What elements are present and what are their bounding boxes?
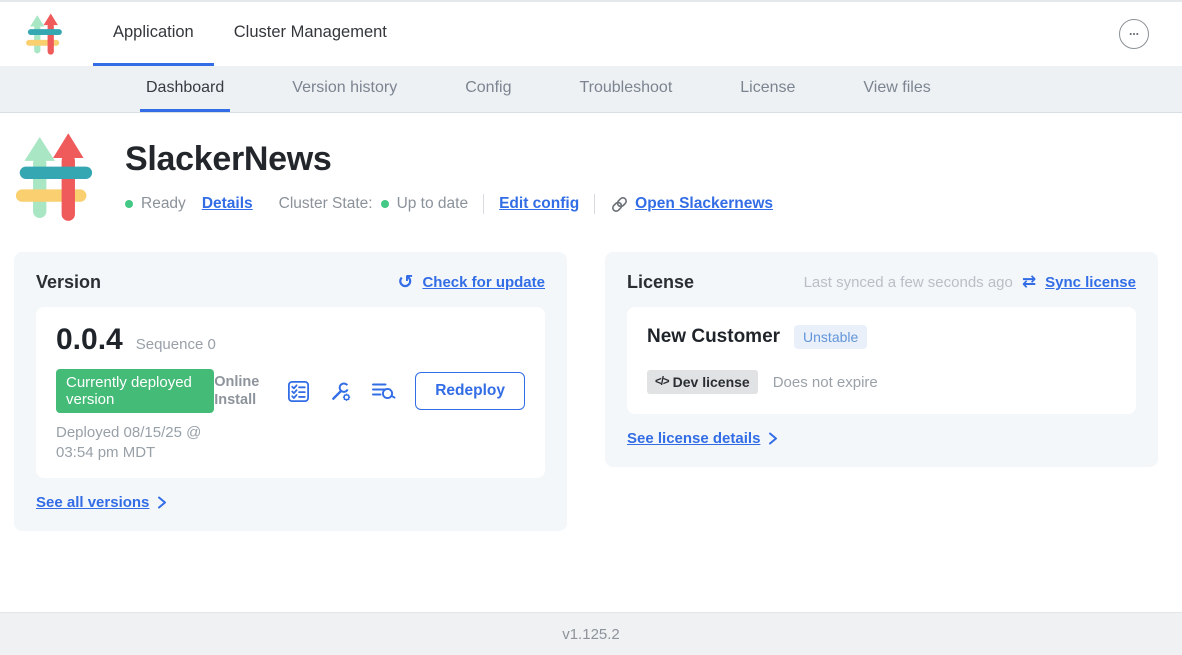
subnav-troubleshoot[interactable]: Troubleshoot <box>573 66 678 112</box>
subnav-license[interactable]: License <box>734 66 801 112</box>
version-sequence: Sequence 0 <box>136 336 216 353</box>
chain-link-icon <box>610 195 629 214</box>
version-card: Version ↺ Check for update 0.0.4 Sequenc… <box>14 252 567 531</box>
code-brackets-icon: </> <box>655 376 669 388</box>
subnav-version-history-label: Version history <box>292 79 397 97</box>
page-title: SlackerNews <box>125 140 773 179</box>
sync-license-link[interactable]: Sync license <box>1045 274 1136 291</box>
customer-name: New Customer <box>647 326 780 348</box>
subnav-version-history[interactable]: Version history <box>286 66 403 112</box>
main-content: SlackerNews Ready Details Cluster State:… <box>0 113 1182 612</box>
app-logo-large-icon <box>14 132 94 224</box>
cluster-state-dot-icon <box>381 200 389 208</box>
license-type-row: </> Dev license Does not expire <box>647 370 1116 394</box>
see-license-details-row[interactable]: See license details <box>627 430 1136 447</box>
version-number: 0.0.4 <box>56 323 123 357</box>
top-navbar: Application Cluster Management <box>0 2 1182 66</box>
subnav-dashboard[interactable]: Dashboard <box>140 66 230 112</box>
see-all-versions-link: See all versions <box>36 494 149 511</box>
subnav-config[interactable]: Config <box>459 66 517 112</box>
preflight-checks-icon[interactable] <box>287 380 310 403</box>
subnav-troubleshoot-label: Troubleshoot <box>579 79 672 97</box>
dashboard-cards: Version ↺ Check for update 0.0.4 Sequenc… <box>14 252 1158 531</box>
app-status-row: Ready Details Cluster State: Up to date … <box>125 194 773 214</box>
status-details-link[interactable]: Details <box>202 195 253 213</box>
tab-cluster-management-label: Cluster Management <box>234 23 387 42</box>
open-app-link-label: Open Slackernews <box>635 195 773 213</box>
ellipsis-icon <box>1125 25 1143 43</box>
subnav-config-label: Config <box>465 79 511 97</box>
refresh-icon: ↺ <box>398 273 414 292</box>
edit-config-wrench-icon[interactable] <box>329 380 352 403</box>
license-expiry-text: Does not expire <box>773 374 878 391</box>
app-logo-icon <box>25 13 63 56</box>
last-synced-text: Last synced a few seconds ago <box>804 274 1013 291</box>
redeploy-button[interactable]: Redeploy <box>415 372 525 410</box>
version-card-title: Version <box>36 272 101 293</box>
license-card: License Last synced a few seconds ago ⇄ … <box>605 252 1158 467</box>
license-sync-area: Last synced a few seconds ago ⇄ Sync lic… <box>804 274 1136 291</box>
app-hero-text: SlackerNews Ready Details Cluster State:… <box>125 132 773 224</box>
console-version-text: v1.125.2 <box>562 626 620 643</box>
cluster-state-label: Cluster State: <box>279 195 373 213</box>
version-card-header: Version ↺ Check for update <box>36 272 545 293</box>
app-hero: SlackerNews Ready Details Cluster State:… <box>14 132 1158 224</box>
version-detail-row: Currently deployed version Deployed 08/1… <box>56 369 525 462</box>
app-subnav: Dashboard Version history Config Trouble… <box>0 66 1182 113</box>
license-card-title: License <box>627 272 694 293</box>
subnav-view-files-label: View files <box>863 79 930 97</box>
version-number-row: 0.0.4 Sequence 0 <box>56 323 525 357</box>
subnav-dashboard-label: Dashboard <box>146 79 224 97</box>
deployed-timestamp: Deployed 08/15/25 @ 03:54 pm MDT <box>56 423 214 462</box>
divider <box>483 194 484 214</box>
channel-badge: Unstable <box>794 325 867 349</box>
top-tabs: Application Cluster Management <box>93 2 407 66</box>
tab-application[interactable]: Application <box>93 2 214 66</box>
deploy-logs-icon[interactable] <box>371 380 396 402</box>
license-panel: New Customer Unstable </> Dev license Do… <box>627 307 1136 414</box>
deploy-status-column: Currently deployed version Deployed 08/1… <box>56 369 214 462</box>
license-customer-row: New Customer Unstable <box>647 325 1116 349</box>
see-license-details-link: See license details <box>627 430 760 447</box>
chevron-right-icon <box>768 431 778 446</box>
install-type-label: Online Install <box>214 373 268 409</box>
check-for-update-link: Check for update <box>422 274 545 291</box>
license-type-label: Dev license <box>673 374 750 390</box>
open-app-link[interactable]: Open Slackernews <box>610 195 773 214</box>
admin-console-page: Application Cluster Management Dashboard… <box>0 0 1182 655</box>
app-status-text: Ready <box>141 195 186 213</box>
see-all-versions-row[interactable]: See all versions <box>36 494 545 511</box>
deployed-badge: Currently deployed version <box>56 369 214 413</box>
chevron-right-icon <box>157 495 167 510</box>
cluster-state-value: Up to date <box>397 195 469 213</box>
subnav-license-label: License <box>740 79 795 97</box>
sync-arrows-icon: ⇄ <box>1022 274 1036 291</box>
more-menu-button[interactable] <box>1119 19 1149 49</box>
divider <box>594 194 595 214</box>
console-footer: v1.125.2 <box>0 612 1182 655</box>
check-for-update-action[interactable]: ↺ Check for update <box>398 273 545 292</box>
version-controls: Online Install <box>214 372 525 410</box>
license-type-badge: </> Dev license <box>647 370 758 394</box>
app-ready-dot-icon <box>125 200 133 208</box>
tab-application-label: Application <box>113 23 194 42</box>
license-card-header: License Last synced a few seconds ago ⇄ … <box>627 272 1136 293</box>
tab-cluster-management[interactable]: Cluster Management <box>214 2 407 66</box>
subnav-view-files[interactable]: View files <box>857 66 936 112</box>
current-version-panel: 0.0.4 Sequence 0 Currently deployed vers… <box>36 307 545 478</box>
edit-config-link[interactable]: Edit config <box>499 195 579 213</box>
